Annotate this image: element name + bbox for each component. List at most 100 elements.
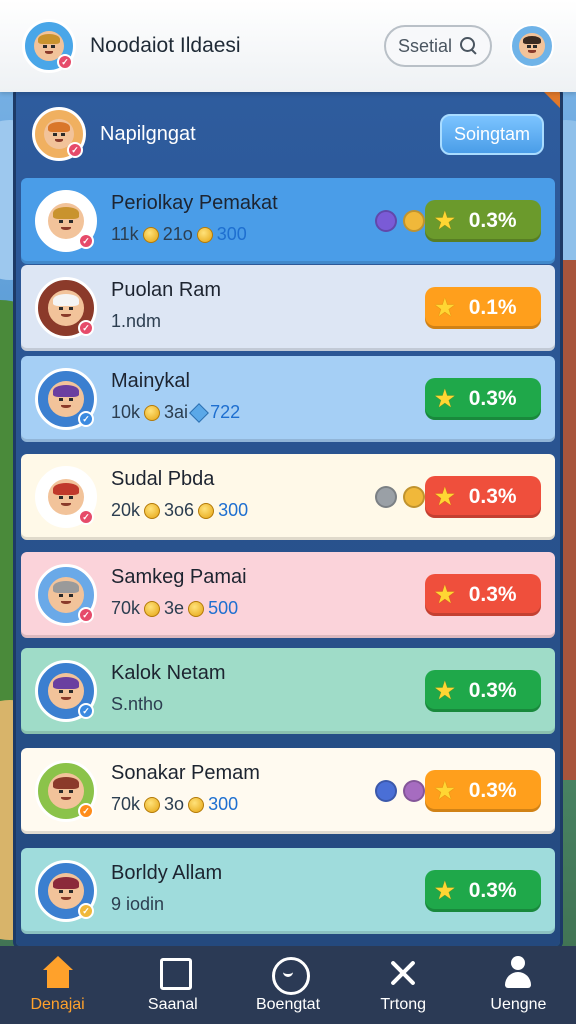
- score-badge: ★ 0.3%: [425, 574, 541, 616]
- score-value: 0.1%: [468, 296, 517, 319]
- stat-primary: 10k: [111, 402, 141, 422]
- player-avatar: ✓: [35, 190, 97, 252]
- player-name: Borldy Allam: [111, 862, 223, 884]
- player-name: Periolkay Pemakat: [111, 192, 278, 214]
- score-badge: ★ 0.3%: [425, 200, 541, 242]
- panel-header: ✓ Napilgngat Soingtam: [16, 90, 560, 178]
- score-badge: ★ 0.3%: [425, 670, 541, 712]
- player-avatar: ✓: [35, 660, 97, 722]
- rank-badge-icon: ✓: [78, 703, 94, 719]
- coin-icon: [198, 502, 215, 519]
- player-row[interactable]: ✓ Samkeg Pamai 70k 3e 500 ★ 0.3%: [21, 552, 555, 638]
- player-row[interactable]: ✓ Puolan Ram 1.ndm ★ 0.1%: [21, 265, 555, 351]
- player-stats: 70k 3e 500: [111, 598, 238, 619]
- user-avatar[interactable]: [510, 24, 554, 68]
- page-title: Noodaiot Ildaesi: [90, 34, 241, 57]
- star-icon: ★: [435, 484, 455, 509]
- panel-avatar: ✓: [32, 107, 86, 161]
- nav-item-denajai[interactable]: Denajai: [0, 946, 115, 1024]
- profile-avatar[interactable]: ✓: [22, 19, 76, 73]
- nav-item-trtong[interactable]: Trtong: [346, 946, 461, 1024]
- score-value: 0.3%: [468, 879, 517, 902]
- stat-primary: 20k: [111, 500, 141, 520]
- player-avatar: ✓: [35, 368, 97, 430]
- stat-tertiary: 300: [218, 500, 249, 520]
- rank-badge-icon: ✓: [78, 320, 94, 336]
- stat-primary: 9 iodin: [111, 894, 165, 914]
- score-badge: ★ 0.3%: [425, 476, 541, 518]
- stat-secondary: 3o: [164, 794, 185, 814]
- reward-orb-icon: [375, 486, 397, 508]
- rank-badge-icon: ✓: [78, 411, 94, 427]
- coin-icon: [188, 600, 205, 617]
- nav-label: Denajai: [30, 996, 85, 1013]
- player-stats: 9 iodin: [111, 894, 164, 915]
- player-row[interactable]: ✓ Kalok Netam S.ntho ★ 0.3%: [21, 648, 555, 734]
- score-badge: ★ 0.3%: [425, 870, 541, 912]
- stat-primary: 1.ndm: [111, 311, 162, 331]
- home-outline-icon: [156, 956, 192, 990]
- rank-badge-icon: ✓: [78, 903, 94, 919]
- reward-orb-icon: [375, 210, 397, 232]
- nav-label: Uengne: [490, 996, 547, 1013]
- coin-icon: [196, 226, 213, 243]
- stat-tertiary: 722: [210, 402, 241, 422]
- user-icon: [501, 956, 535, 990]
- nav-label: Saanal: [147, 996, 198, 1013]
- player-avatar: ✓: [35, 860, 97, 922]
- player-name: Kalok Netam: [111, 662, 226, 684]
- reward-orbs: [375, 486, 425, 508]
- nav-item-saanal[interactable]: Saanal: [115, 946, 230, 1024]
- coin-icon: [144, 404, 161, 421]
- coin-icon: [144, 502, 161, 519]
- player-stats: 11k 21o 300: [111, 224, 247, 245]
- star-icon: ★: [435, 778, 455, 803]
- player-row[interactable]: ✓ Mainykal 10k 3ai 722 ★ 0.3%: [21, 356, 555, 442]
- star-icon: ★: [435, 582, 455, 607]
- leaderboard-panel: ✓ Napilgngat Soingtam ✓ Periolkay Pemakat…: [16, 90, 560, 946]
- stat-tertiary: 300: [216, 224, 247, 244]
- home-icon: [41, 956, 75, 990]
- player-stats: 1.ndm: [111, 311, 161, 332]
- stat-tertiary: 300: [208, 794, 239, 814]
- score-value: 0.3%: [468, 209, 517, 232]
- stat-primary: 70k: [111, 794, 141, 814]
- score-badge: ★ 0.3%: [425, 770, 541, 812]
- search-icon: [460, 37, 478, 55]
- stat-secondary: 3o6: [164, 500, 195, 520]
- reward-orbs: [375, 210, 425, 232]
- stat-primary: S.ntho: [111, 694, 164, 714]
- gem-icon: [189, 402, 209, 423]
- search-button[interactable]: Ssetial: [384, 25, 492, 67]
- player-row[interactable]: ✓ Borldy Allam 9 iodin ★ 0.3%: [21, 848, 555, 934]
- star-icon: ★: [435, 678, 455, 703]
- stat-secondary: 21o: [162, 224, 193, 244]
- stat-secondary: 3e: [164, 598, 185, 618]
- cross-icon: [386, 956, 420, 990]
- nav-label: Trtong: [380, 996, 427, 1013]
- player-row[interactable]: ✓ Sudal Pbda 20k 3o6 300 ★ 0.3%: [21, 454, 555, 540]
- player-stats: 10k 3ai 722: [111, 402, 240, 423]
- coin-icon: [142, 226, 159, 243]
- player-row[interactable]: ✓ Periolkay Pemakat 11k 21o 300 ★ 0.3%: [21, 178, 555, 264]
- coin-icon: [144, 796, 161, 813]
- nav-item-uengne[interactable]: Uengne: [461, 946, 576, 1024]
- nav-item-boengtat[interactable]: Boengtat: [230, 946, 345, 1024]
- smiley-ring-icon: [271, 956, 310, 995]
- bottom-navigation: Denajai Saanal Boengtat Trtong Uengne: [0, 946, 576, 1024]
- star-icon: ★: [435, 386, 455, 411]
- coin-icon: [188, 796, 205, 813]
- player-avatar: ✓: [35, 564, 97, 626]
- panel-action-button[interactable]: Soingtam: [439, 113, 544, 155]
- reward-orb-icon: [403, 486, 425, 508]
- corner-ribbon: [542, 90, 560, 108]
- score-value: 0.3%: [468, 485, 517, 508]
- score-value: 0.3%: [468, 583, 517, 606]
- panel-title: Napilgngat: [100, 122, 196, 145]
- rank-badge-icon: ✓: [78, 803, 94, 819]
- reward-orbs: [375, 780, 425, 802]
- player-row[interactable]: ✓ Sonakar Pemam 70k 3o 300 ★ 0.3%: [21, 748, 555, 834]
- reward-orb-icon: [403, 210, 425, 232]
- search-label: Ssetial: [398, 35, 453, 56]
- score-badge: ★ 0.1%: [425, 287, 541, 329]
